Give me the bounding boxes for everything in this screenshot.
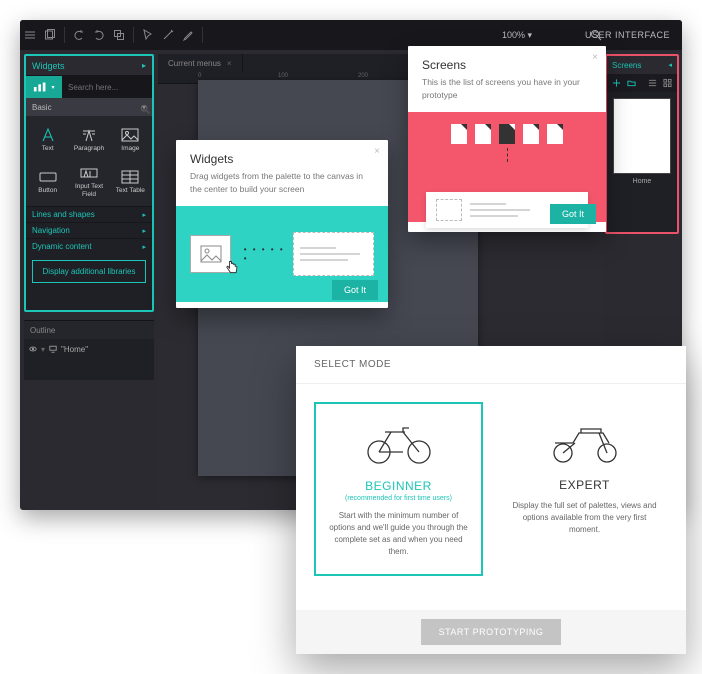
hamburger-icon[interactable] xyxy=(20,20,40,50)
card-title: EXPERT xyxy=(512,478,657,492)
got-it-button[interactable]: Got It xyxy=(550,204,596,224)
close-icon[interactable]: × xyxy=(227,59,232,68)
screen-icon xyxy=(49,345,57,353)
search-input[interactable] xyxy=(62,76,144,98)
card-recommendation: (recommended for first time users) xyxy=(326,495,471,502)
section-navigation[interactable]: Navigation xyxy=(26,222,152,238)
screen-thumbnail-label: Home xyxy=(607,178,677,185)
motorcycle-icon xyxy=(545,417,625,465)
screens-panel-toolbar xyxy=(607,74,677,92)
tooltip-screens: × Screens This is the list of screens yo… xyxy=(408,46,606,232)
section-lines-and-shapes[interactable]: Lines and shapes xyxy=(26,206,152,222)
widget-text-table[interactable]: Text Table xyxy=(111,162,150,202)
files-icon[interactable] xyxy=(40,20,60,50)
chevron-left-icon[interactable]: ◂ xyxy=(668,61,672,69)
tooltip-title: Screens xyxy=(408,46,606,76)
grid-icon[interactable] xyxy=(663,78,672,88)
tooltip-title: Widgets xyxy=(176,140,388,170)
widget-input-text-field[interactable]: Input Text Field xyxy=(69,162,108,202)
list-icon[interactable] xyxy=(648,78,657,88)
outline-title: Outline xyxy=(24,321,154,339)
tooltip-subtitle: This is the list of screens you have in … xyxy=(408,76,606,112)
widgets-search[interactable] xyxy=(62,76,152,98)
close-icon[interactable]: × xyxy=(592,52,598,63)
plus-icon[interactable] xyxy=(612,78,621,88)
mode-option-expert[interactable]: EXPERT Display the full set of palettes,… xyxy=(501,402,668,576)
widget-text[interactable]: Text xyxy=(28,120,67,160)
undo-icon[interactable] xyxy=(69,20,89,50)
folder-icon[interactable] xyxy=(627,78,636,88)
widget-paragraph[interactable]: Paragraph xyxy=(69,120,108,160)
card-description: Start with the minimum number of options… xyxy=(326,510,471,558)
card-title: BEGINNER xyxy=(326,479,471,493)
view-mode-chart-icon[interactable]: ▾ xyxy=(26,76,62,98)
widget-image[interactable]: Image xyxy=(111,120,150,160)
eye-icon xyxy=(29,345,37,353)
screens-panel-title: Screens xyxy=(607,61,641,70)
outline-item-home[interactable]: ▾ "Home" xyxy=(24,339,154,359)
category-basic-dropdown[interactable]: Basic xyxy=(26,98,152,116)
close-icon[interactable]: × xyxy=(374,146,380,157)
display-additional-libraries-button[interactable]: Display additional libraries xyxy=(32,260,146,283)
wand-icon[interactable] xyxy=(158,20,178,50)
copy-icon[interactable] xyxy=(109,20,129,50)
redo-icon[interactable] xyxy=(89,20,109,50)
select-mode-dialog: SELECT MODE BEGINNER (recommended for fi… xyxy=(296,346,686,654)
screens-panel: Screens ◂ Home xyxy=(605,54,679,234)
bicycle-icon xyxy=(359,418,439,466)
eyedrop-icon[interactable] xyxy=(178,20,198,50)
dialog-title: SELECT MODE xyxy=(296,346,686,384)
widgets-panel-title: Widgets xyxy=(26,61,65,71)
card-description: Display the full set of palettes, views … xyxy=(512,500,657,536)
tab-current-menus[interactable]: Current menus× xyxy=(158,54,243,72)
chevron-right-icon[interactable]: ▸ xyxy=(142,61,146,70)
tooltip-widgets: × Widgets Drag widgets from the palette … xyxy=(176,140,388,308)
outline-panel: Outline ▾ "Home" xyxy=(24,320,154,380)
widget-button[interactable]: Button xyxy=(28,162,67,202)
widgets-panel: Widgets ▸ ▾ Basic Text Paragraph Image B… xyxy=(24,54,154,312)
cursor-hand-icon xyxy=(224,259,241,277)
got-it-button[interactable]: Got It xyxy=(332,280,378,300)
widgets-grid: Text Paragraph Image Button Input Text F… xyxy=(26,116,152,206)
screen-thumbnail-home[interactable] xyxy=(613,98,671,174)
pointer-icon[interactable] xyxy=(138,20,158,50)
tooltip-illustration: • • • • • • xyxy=(190,231,374,277)
tooltip-subtitle: Drag widgets from the palette to the can… xyxy=(176,170,388,206)
start-prototyping-button[interactable]: START PROTOTYPING xyxy=(421,619,562,645)
mode-option-beginner[interactable]: BEGINNER (recommended for first time use… xyxy=(314,402,483,576)
section-dynamic-content[interactable]: Dynamic content xyxy=(26,238,152,254)
